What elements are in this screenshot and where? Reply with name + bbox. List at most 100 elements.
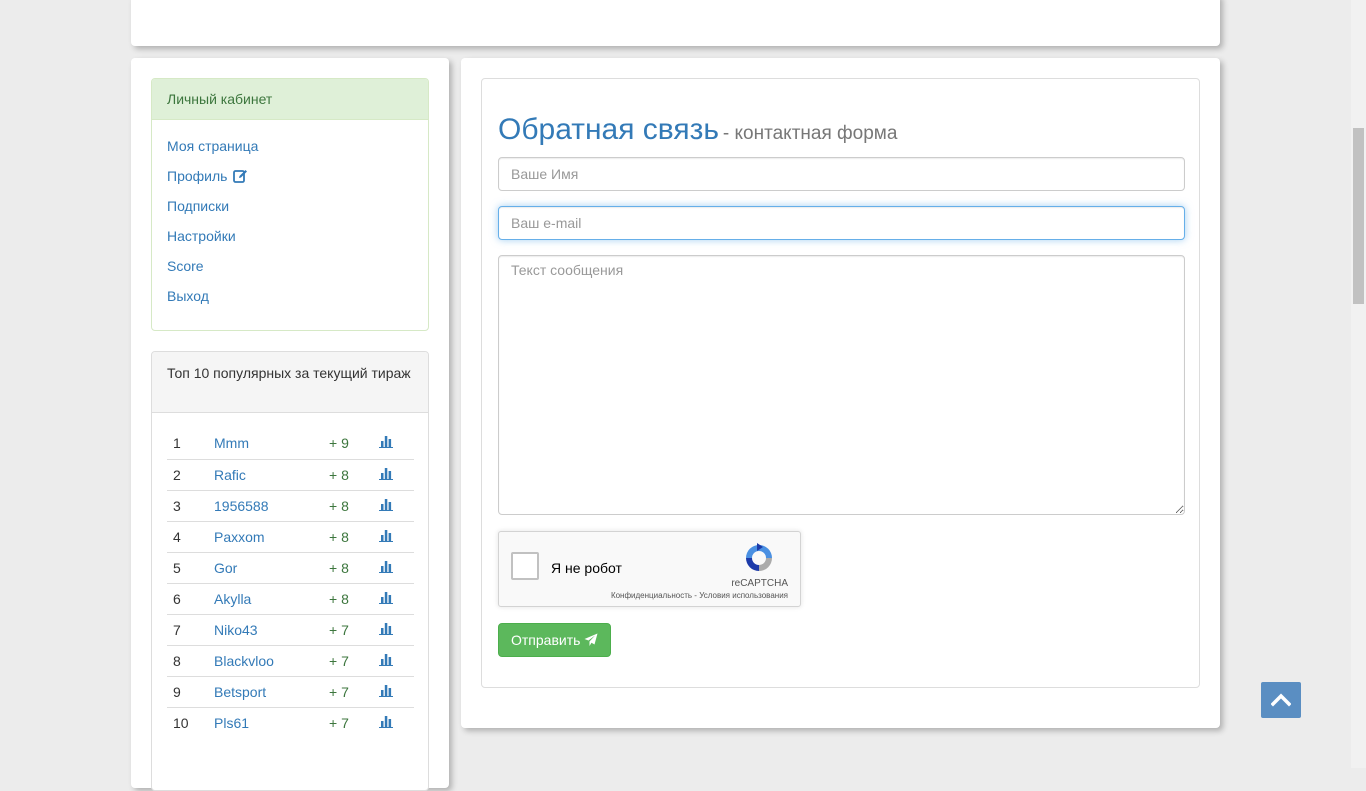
player-link[interactable]: Gor: [214, 560, 237, 576]
bar-chart-icon[interactable]: [379, 498, 393, 511]
stat-cell: [373, 521, 414, 552]
bar-chart-icon[interactable]: [379, 591, 393, 604]
stat-cell: [373, 459, 414, 490]
recaptcha-checkbox[interactable]: [511, 552, 539, 580]
name-cell: Akylla: [208, 583, 323, 614]
stat-cell: [373, 428, 414, 459]
form-title: Обратная связь - контактная форма: [498, 113, 897, 147]
name-input[interactable]: [498, 157, 1185, 191]
sidebar: Личный кабинет Моя страница Профиль Подп…: [131, 58, 449, 791]
feedback-form: Обратная связь - контактная форма Я не р…: [481, 78, 1200, 688]
scroll-to-top-button[interactable]: [1261, 682, 1301, 718]
name-cell: Betsport: [208, 676, 323, 707]
main-content: Обратная связь - контактная форма Я не р…: [461, 58, 1220, 728]
bar-chart-icon[interactable]: [379, 715, 393, 728]
table-row: 1 Mmm + 9: [167, 428, 414, 459]
bar-chart-icon[interactable]: [379, 560, 393, 573]
rank-cell: 5: [173, 559, 181, 576]
player-link[interactable]: Betsport: [214, 684, 266, 700]
bar-chart-icon[interactable]: [379, 622, 393, 635]
score-cell: + 8: [329, 466, 349, 483]
paper-plane-icon: [584, 633, 598, 646]
bar-chart-icon[interactable]: [379, 467, 393, 480]
subscriptions-link[interactable]: Подписки: [167, 198, 229, 214]
player-link[interactable]: 1956588: [214, 498, 269, 514]
bar-chart-icon[interactable]: [379, 529, 393, 542]
table-row: 7 Niko43 + 7: [167, 614, 414, 645]
menu-item-subscriptions: Подписки: [167, 195, 413, 225]
name-cell: Paxxom: [208, 521, 323, 552]
name-cell: Gor: [208, 552, 323, 583]
chevron-up-icon: [1271, 693, 1291, 707]
recaptcha-logo-icon: [746, 543, 772, 571]
player-link[interactable]: Mmm: [214, 435, 249, 451]
stat-cell: [373, 676, 414, 707]
score-cell: + 8: [329, 528, 349, 545]
score-cell: + 7: [329, 652, 349, 669]
player-link[interactable]: Akylla: [214, 591, 251, 607]
rank-cell: 8: [173, 652, 181, 669]
rank-cell: 4: [173, 528, 181, 545]
cabinet-menu: Моя страница Профиль Подписки Настройки …: [152, 120, 428, 315]
player-link[interactable]: Pls61: [214, 715, 249, 731]
stat-cell: [373, 614, 414, 645]
menu-item-profile: Профиль: [167, 165, 413, 195]
top10-title: Топ 10 популярных за текущий тираж: [152, 352, 428, 413]
form-heading: Обратная связь: [498, 113, 720, 146]
player-link[interactable]: Paxxom: [214, 529, 265, 545]
recaptcha-widget: Я не робот reCAPTCHA Конфиденциальность …: [498, 531, 801, 607]
email-input[interactable]: [498, 206, 1185, 240]
scrollbar-thumb[interactable]: [1353, 128, 1364, 304]
name-cell: Mmm: [208, 428, 323, 459]
settings-link[interactable]: Настройки: [167, 228, 236, 244]
recaptcha-links[interactable]: Конфиденциальность - Условия использован…: [611, 591, 788, 600]
my-page-link[interactable]: Моя страница: [167, 138, 258, 154]
stat-cell: [373, 583, 414, 614]
rank-cell: 6: [173, 590, 181, 607]
top-card: [131, 0, 1220, 46]
menu-item-my-page: Моя страница: [167, 135, 413, 165]
rank-cell: 1: [173, 435, 181, 452]
edit-icon: [233, 170, 248, 183]
score-cell: + 8: [329, 497, 349, 514]
profile-link[interactable]: Профиль: [167, 168, 248, 184]
menu-item-logout: Выход: [167, 285, 413, 315]
table-row: 10 Pls61 + 7: [167, 707, 414, 738]
message-textarea[interactable]: [498, 255, 1185, 515]
score-cell: + 8: [329, 590, 349, 607]
name-cell: Rafic: [208, 459, 323, 490]
name-cell: Niko43: [208, 614, 323, 645]
score-link[interactable]: Score: [167, 258, 204, 274]
submit-button-label: Отправить: [511, 632, 581, 648]
score-cell: + 7: [329, 714, 349, 731]
score-cell: + 7: [329, 621, 349, 638]
stat-cell: [373, 490, 414, 521]
recaptcha-brand: reCAPTCHA: [731, 578, 788, 589]
name-cell: Pls61: [208, 707, 323, 738]
player-link[interactable]: Rafic: [214, 467, 246, 483]
table-row: 4 Paxxom + 8: [167, 521, 414, 552]
recaptcha-label: Я не робот: [551, 560, 622, 576]
player-link[interactable]: Niko43: [214, 622, 258, 638]
top10-panel: Топ 10 популярных за текущий тираж 1 Mmm +…: [151, 351, 429, 791]
cabinet-panel: Личный кабинет Моя страница Профиль Подп…: [151, 78, 429, 331]
table-row: 2 Rafic + 8: [167, 459, 414, 490]
rank-cell: 9: [173, 683, 181, 700]
bar-chart-icon[interactable]: [379, 435, 393, 449]
cabinet-title: Личный кабинет: [152, 79, 428, 120]
player-link[interactable]: Blackvloo: [214, 653, 274, 669]
stat-cell: [373, 552, 414, 583]
menu-item-score: Score: [167, 255, 413, 285]
stat-cell: [373, 645, 414, 676]
table-row: 3 1956588 + 8: [167, 490, 414, 521]
bar-chart-icon[interactable]: [379, 653, 393, 666]
name-cell: 1956588: [208, 490, 323, 521]
bar-chart-icon[interactable]: [379, 684, 393, 697]
rank-cell: 2: [173, 466, 181, 483]
submit-button[interactable]: Отправить: [498, 623, 611, 657]
scrollbar[interactable]: [1351, 0, 1366, 768]
score-cell: + 9: [329, 435, 349, 452]
top10-table: 1 Mmm + 9 2 Rafic + 8 3 1956588 + 8 4 Paxxom + 8 5 Go…: [167, 428, 414, 738]
logout-link[interactable]: Выход: [167, 288, 209, 304]
profile-link-label: Профиль: [167, 168, 228, 184]
